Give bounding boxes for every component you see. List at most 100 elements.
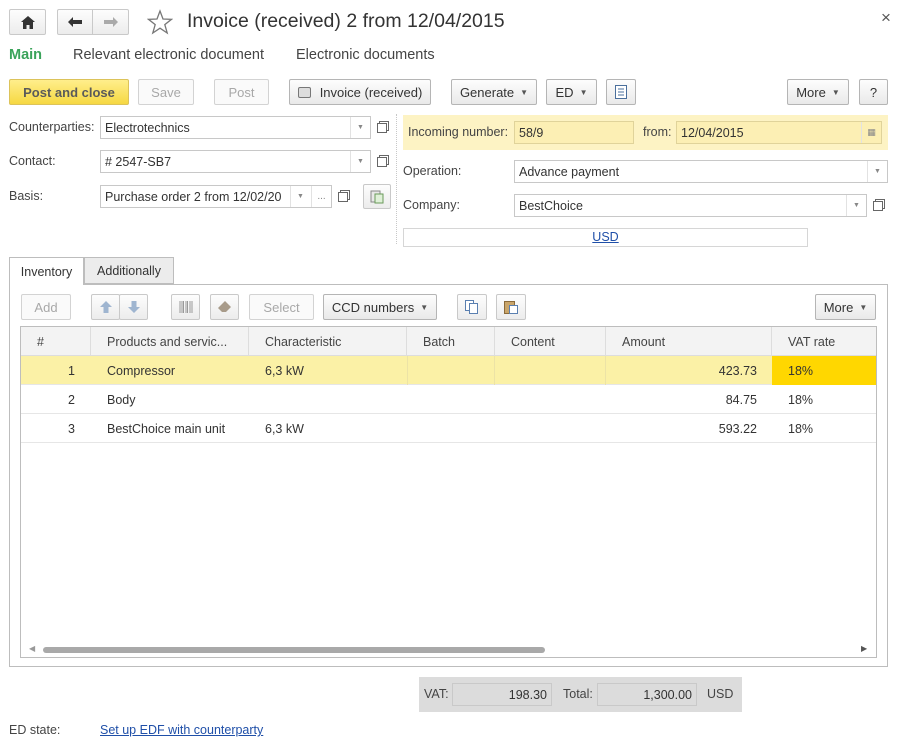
- horizontal-scrollbar[interactable]: ◀ ▶: [21, 643, 876, 657]
- basis-value: Purchase order 2 from 12/02/20: [105, 189, 282, 204]
- tab-electronic-documents[interactable]: Electronic documents: [296, 47, 435, 63]
- counterparties-field[interactable]: Electrotechnics ▼: [100, 116, 371, 139]
- close-icon[interactable]: ×: [881, 8, 891, 28]
- forward-button[interactable]: [92, 9, 129, 35]
- tab-main[interactable]: Main: [9, 47, 42, 63]
- dropdown-arrow-icon[interactable]: ▼: [846, 195, 866, 216]
- arrow-down-icon: [127, 301, 140, 313]
- currency-box: USD: [403, 228, 808, 247]
- vat-total-value: 198.30: [508, 687, 547, 702]
- counterparties-label: Counterparties:: [9, 120, 95, 134]
- dropdown-arrow-icon[interactable]: ▼: [350, 151, 370, 172]
- from-date-value: 12/04/2015: [681, 125, 744, 140]
- row-amount: 593.22: [718, 421, 757, 436]
- table-row[interactable]: 1 Compressor 6,3 kW 423.73 18%: [21, 356, 876, 385]
- vat-total-field: 198.30: [452, 683, 552, 706]
- contact-field[interactable]: # 2547-SB7 ▼: [100, 150, 371, 173]
- calendar-icon[interactable]: ▦: [861, 122, 881, 143]
- help-button[interactable]: ?: [859, 79, 888, 105]
- row-characteristic: 6,3 kW: [265, 421, 304, 436]
- copy-icon: [465, 300, 478, 314]
- total-currency: USD: [707, 687, 734, 701]
- fill-from-basis-button[interactable]: [363, 184, 391, 209]
- document-icon-button[interactable]: [606, 79, 636, 105]
- copy-button[interactable]: [457, 294, 487, 320]
- post-button[interactable]: Post: [214, 79, 269, 105]
- vat-total-label: VAT:: [424, 687, 449, 701]
- incoming-number-field[interactable]: 58/9: [514, 121, 634, 144]
- column-header-content[interactable]: Content: [495, 327, 606, 356]
- table-more-label: More: [823, 299, 854, 315]
- more-button[interactable]: More ▼: [787, 79, 849, 105]
- tab-additionally[interactable]: Additionally: [84, 257, 174, 284]
- favorite-star-icon[interactable]: [146, 9, 174, 35]
- open-basis-icon[interactable]: [334, 188, 352, 206]
- ed-label: ED: [555, 84, 574, 100]
- dropdown-arrow-icon[interactable]: ▼: [867, 161, 887, 182]
- company-field[interactable]: BestChoice ▼: [514, 194, 867, 217]
- column-header-characteristic[interactable]: Characteristic: [249, 327, 407, 356]
- basis-ellipsis-button[interactable]: ...: [311, 186, 331, 207]
- dropdown-arrow-icon[interactable]: ▼: [350, 117, 370, 138]
- operation-value: Advance payment: [519, 164, 620, 179]
- ed-button[interactable]: ED ▼: [546, 79, 597, 105]
- select-button[interactable]: Select: [249, 294, 314, 320]
- row-vat-rate: 18%: [772, 356, 876, 385]
- contact-value: # 2547-SB7: [105, 154, 172, 169]
- total-value: 1,300.00: [643, 687, 692, 702]
- save-button[interactable]: Save: [138, 79, 194, 105]
- dropdown-arrow-icon[interactable]: ▼: [290, 186, 310, 207]
- generate-button[interactable]: Generate ▼: [451, 79, 537, 105]
- open-contact-icon[interactable]: [373, 153, 391, 171]
- tab-relevant-electronic-document[interactable]: Relevant electronic document: [73, 47, 264, 63]
- from-date-field[interactable]: 12/04/2015 ▦: [676, 121, 882, 144]
- table-more-button[interactable]: More ▼: [815, 294, 876, 320]
- column-header-batch[interactable]: Batch: [407, 327, 495, 356]
- printer-icon: [297, 86, 311, 98]
- form-separator: [396, 114, 397, 244]
- print-invoice-button[interactable]: Invoice (received): [289, 79, 431, 105]
- incoming-number-label: Incoming number:: [408, 125, 509, 139]
- eraser-button[interactable]: [210, 294, 239, 320]
- row-product: Body: [107, 392, 136, 407]
- scroll-right-icon[interactable]: ▶: [861, 644, 867, 653]
- arrow-right-icon: [103, 17, 118, 27]
- fill-document-icon: [370, 190, 384, 203]
- ccd-numbers-button[interactable]: CCD numbers ▼: [323, 294, 437, 320]
- column-header-products[interactable]: Products and servic...: [91, 327, 249, 356]
- move-down-button[interactable]: [119, 294, 148, 320]
- from-label: from:: [643, 125, 672, 139]
- generate-label: Generate: [459, 84, 515, 100]
- post-and-close-button[interactable]: Post and close: [9, 79, 129, 105]
- barcode-button[interactable]: [171, 294, 200, 320]
- row-product: Compressor: [107, 363, 176, 378]
- add-button[interactable]: Add: [21, 294, 71, 320]
- table-row[interactable]: 3 BestChoice main unit 6,3 kW 593.22 18%: [21, 414, 876, 443]
- document-icon: [615, 85, 627, 99]
- home-icon: [20, 15, 35, 29]
- company-label: Company:: [403, 198, 460, 212]
- open-company-icon[interactable]: [869, 197, 887, 215]
- column-header-vat-rate[interactable]: VAT rate: [772, 327, 876, 356]
- open-counterparty-icon[interactable]: [373, 119, 391, 137]
- arrow-up-icon: [99, 301, 112, 313]
- scrollbar-thumb[interactable]: [43, 647, 545, 653]
- tab-inventory[interactable]: Inventory: [9, 257, 84, 285]
- table-row[interactable]: 2 Body 84.75 18%: [21, 385, 876, 414]
- back-button[interactable]: [57, 9, 93, 35]
- move-up-button[interactable]: [91, 294, 120, 320]
- ed-state-link[interactable]: Set up EDF with counterparty: [100, 723, 263, 737]
- column-header-number[interactable]: #: [21, 327, 91, 356]
- home-button[interactable]: [9, 9, 46, 35]
- paste-button[interactable]: [496, 294, 526, 320]
- basis-field[interactable]: Purchase order 2 from 12/02/20 ▼ ...: [100, 185, 332, 208]
- contact-label: Contact:: [9, 154, 56, 168]
- ed-state-label: ED state:: [9, 723, 61, 737]
- column-header-amount[interactable]: Amount: [606, 327, 772, 356]
- operation-field[interactable]: Advance payment ▼: [514, 160, 888, 183]
- currency-link[interactable]: USD: [592, 230, 618, 244]
- window-title: Invoice (received) 2 from 12/04/2015: [187, 10, 505, 32]
- row-number: 3: [68, 421, 75, 436]
- table-header: # Products and servic... Characteristic …: [21, 327, 876, 356]
- scroll-left-icon[interactable]: ◀: [29, 644, 35, 653]
